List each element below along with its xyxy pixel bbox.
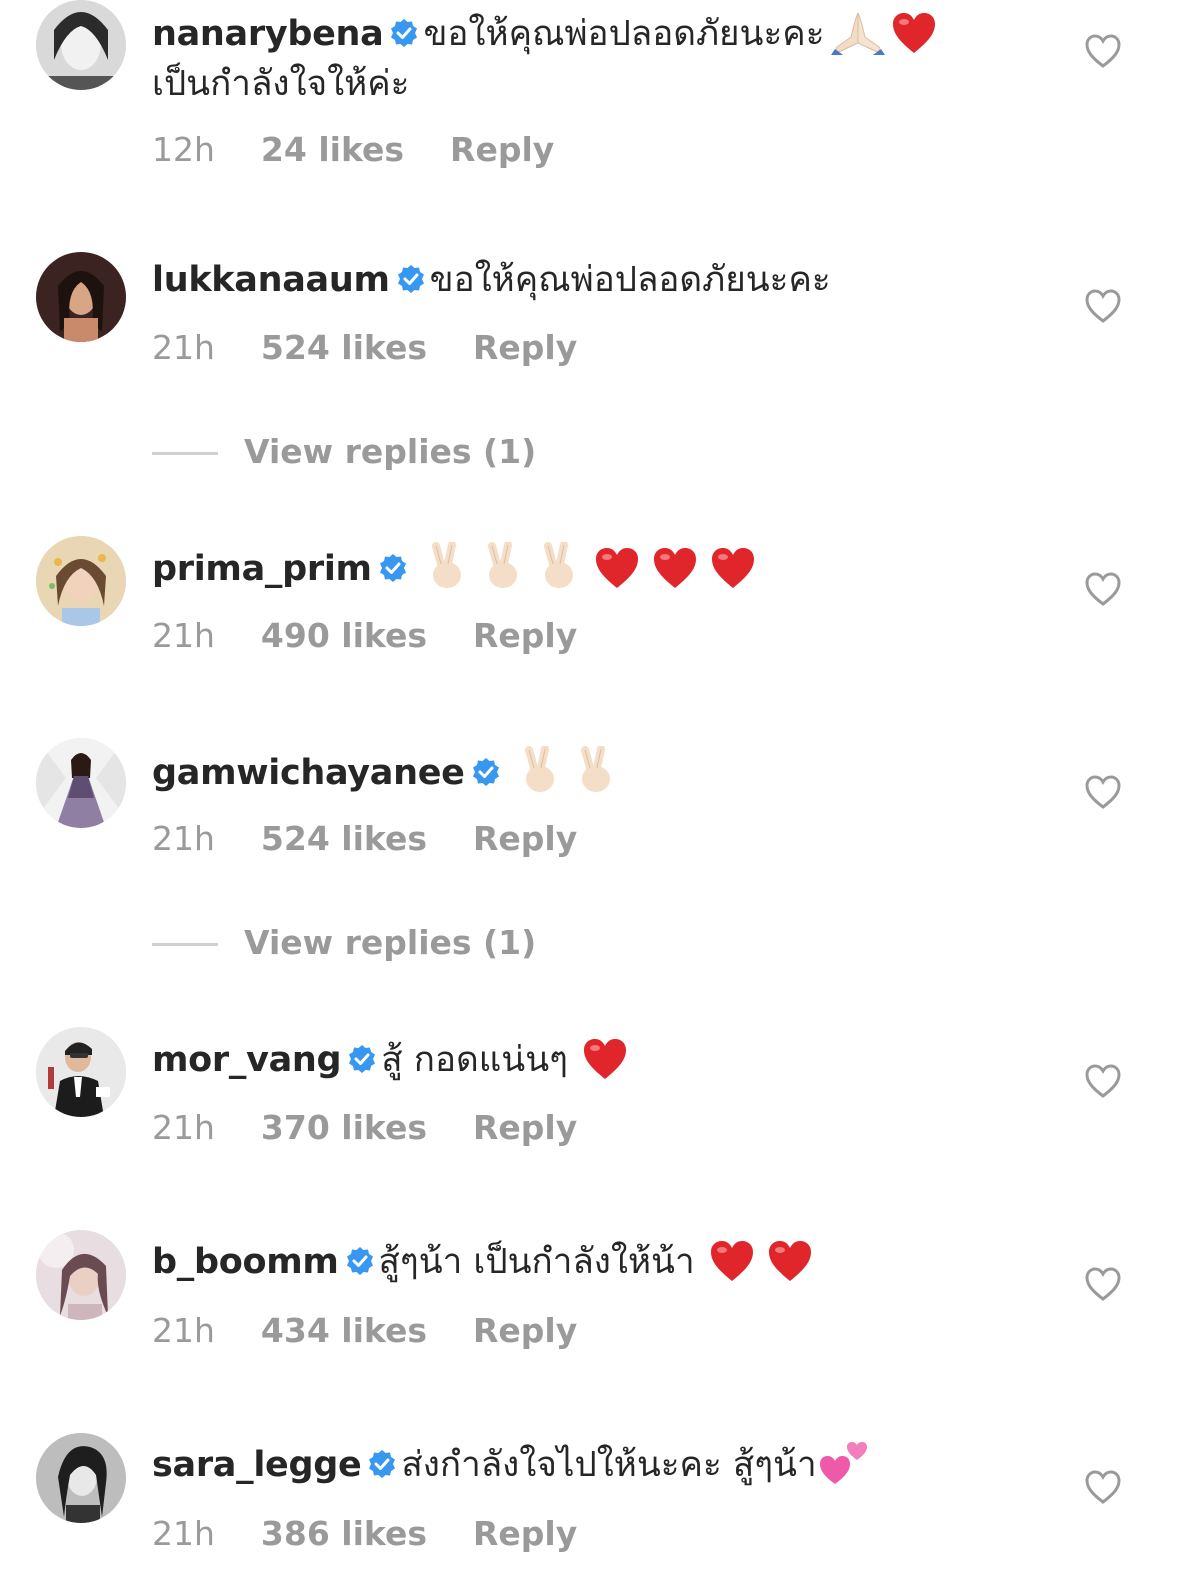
avatar[interactable]	[36, 0, 126, 90]
reply-button[interactable]: Reply	[473, 1512, 577, 1556]
view-replies-button[interactable]: View replies (1)	[152, 430, 536, 474]
username-link[interactable]: mor_vang	[152, 1040, 342, 1080]
reply-button[interactable]: Reply	[450, 128, 554, 172]
like-heart-icon[interactable]	[1084, 1063, 1122, 1099]
victory-hand-icon	[482, 541, 526, 605]
timestamp: 21h	[152, 1514, 215, 1553]
likes-count[interactable]: 524 likes	[261, 326, 427, 370]
verified-badge-icon	[379, 554, 406, 582]
username-link[interactable]: nanarybena	[152, 14, 384, 54]
red-heart-icon	[710, 546, 756, 605]
reply-button[interactable]: Reply	[473, 817, 577, 861]
comment-text: ส่งกำลังใจไปให้นะคะ สู้ๆน้า	[401, 1445, 817, 1485]
comment-line: mor_vang สู้ กอดแน่นๆ	[152, 1034, 1050, 1096]
comment-text: สู้ๆน้า เป็นกำลังให้น้า	[378, 1242, 695, 1282]
red-heart-icon	[767, 1239, 813, 1298]
verified-badge-icon	[472, 758, 499, 786]
comment-text: สู้ กอดแน่นๆ	[381, 1040, 568, 1080]
verified-badge-icon	[369, 1450, 396, 1478]
comment-line: prima_prim	[152, 541, 1050, 605]
view-replies-label: View replies (1)	[244, 432, 537, 471]
reply-button[interactable]: Reply	[473, 614, 577, 658]
timestamp: 21h	[152, 1108, 215, 1147]
divider-line	[152, 943, 218, 946]
victory-hand-icon	[519, 745, 563, 809]
reply-button[interactable]: Reply	[473, 326, 577, 370]
avatar[interactable]	[36, 1027, 126, 1117]
verified-badge-icon	[391, 19, 418, 47]
username-link[interactable]: gamwichayanee	[152, 753, 465, 793]
victory-hand-icon	[575, 745, 619, 809]
avatar[interactable]	[36, 252, 126, 342]
comment-meta: 21h 434 likes Reply	[152, 1309, 577, 1353]
likes-count[interactable]: 490 likes	[261, 614, 427, 658]
username-link[interactable]: prima_prim	[152, 549, 372, 589]
username-link[interactable]: lukkanaaum	[152, 260, 390, 300]
comment-meta: 21h 386 likes Reply	[152, 1512, 577, 1556]
comment-line: b_boomm สู้ๆน้า เป็นกำลังให้น้า	[152, 1236, 1050, 1298]
victory-hand-icon	[538, 541, 582, 605]
username-link[interactable]: sara_legge	[152, 1445, 362, 1485]
like-heart-icon[interactable]	[1084, 1266, 1122, 1302]
like-heart-icon[interactable]	[1084, 33, 1122, 69]
like-heart-icon[interactable]	[1084, 774, 1122, 810]
comment-meta: 12h 24 likes Reply	[152, 128, 554, 172]
comment-line: sara_legge ส่งกำลังใจไปให้นะคะ สู้ๆน้า	[152, 1439, 1050, 1501]
two-hearts-icon	[819, 1440, 869, 1501]
likes-count[interactable]: 370 likes	[261, 1106, 427, 1150]
avatar[interactable]	[36, 1230, 126, 1320]
verified-badge-icon	[346, 1247, 373, 1275]
comment-meta: 21h 524 likes Reply	[152, 326, 577, 370]
comment-text: ขอให้คุณพ่อปลอดภัยนะคะ	[429, 260, 831, 300]
comment-text-continued: เป็นกำลังใจให้ค่ะ	[152, 64, 410, 104]
view-replies-label: View replies (1)	[244, 923, 537, 962]
view-replies-button[interactable]: View replies (1)	[152, 921, 536, 965]
timestamp: 21h	[152, 616, 215, 655]
victory-hand-icon	[426, 541, 470, 605]
likes-count[interactable]: 524 likes	[261, 817, 427, 861]
comment-line: gamwichayanee	[152, 745, 1050, 809]
verified-badge-icon	[349, 1045, 376, 1073]
likes-count[interactable]: 386 likes	[261, 1512, 427, 1556]
comment-meta: 21h 524 likes Reply	[152, 817, 577, 861]
reply-button[interactable]: Reply	[473, 1309, 577, 1353]
likes-count[interactable]: 434 likes	[261, 1309, 427, 1353]
red-heart-icon	[582, 1037, 628, 1096]
timestamp: 21h	[152, 819, 215, 858]
avatar[interactable]	[36, 536, 126, 626]
username-link[interactable]: b_boomm	[152, 1242, 339, 1282]
timestamp: 21h	[152, 328, 215, 367]
red-heart-icon	[652, 546, 698, 605]
red-heart-icon	[709, 1239, 755, 1298]
like-heart-icon[interactable]	[1084, 288, 1122, 324]
timestamp: 21h	[152, 1311, 215, 1350]
comment-meta: 21h 370 likes Reply	[152, 1106, 577, 1150]
verified-badge-icon	[397, 265, 424, 293]
like-heart-icon[interactable]	[1084, 571, 1122, 607]
likes-count[interactable]: 24 likes	[261, 128, 404, 172]
avatar[interactable]	[36, 738, 126, 828]
red-heart-icon	[594, 546, 640, 605]
comment-meta: 21h 490 likes Reply	[152, 614, 577, 658]
divider-line	[152, 452, 218, 455]
comment-text: ขอให้คุณพ่อปลอดภัยนะคะ	[423, 14, 825, 54]
timestamp: 12h	[152, 130, 215, 169]
avatar[interactable]	[36, 1433, 126, 1523]
comment-line: lukkanaaum ขอให้คุณพ่อปลอดภัยนะคะ	[152, 254, 1050, 306]
like-heart-icon[interactable]	[1084, 1469, 1122, 1505]
reply-button[interactable]: Reply	[473, 1106, 577, 1150]
